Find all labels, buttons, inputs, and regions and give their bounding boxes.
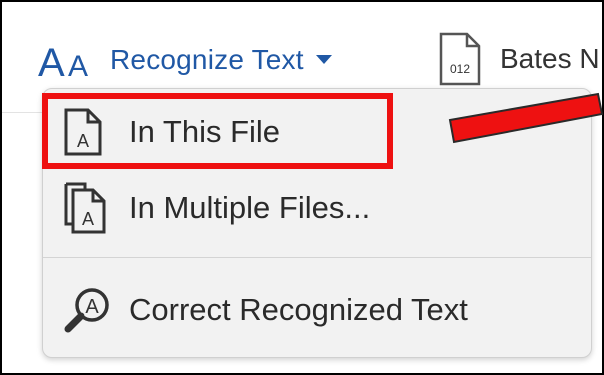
text-size-aa-icon: A A bbox=[38, 40, 100, 80]
recognize-text-label: Recognize Text bbox=[110, 44, 304, 75]
menu-item-correct-recognized-text[interactable]: A Correct Recognized Text bbox=[43, 279, 591, 341]
menu-item-label: In Multiple Files... bbox=[129, 190, 371, 225]
magnifier-a-icon: A bbox=[64, 288, 109, 333]
menu-item-in-multiple-files[interactable]: A In Multiple Files... bbox=[43, 177, 591, 239]
svg-text:A: A bbox=[38, 41, 65, 80]
red-highlight-box bbox=[42, 93, 393, 169]
menu-item-label: Correct Recognized Text bbox=[129, 292, 468, 327]
bates-document-icon: 012 bbox=[439, 32, 481, 86]
bates-numbering-button[interactable]: 012 Bates N bbox=[438, 32, 600, 86]
svg-text:A: A bbox=[85, 296, 99, 318]
svg-text:A: A bbox=[82, 209, 94, 229]
chevron-down-icon bbox=[315, 55, 332, 64]
red-annotation-arrow bbox=[448, 92, 604, 144]
menu-separator bbox=[43, 257, 591, 258]
multiple-documents-a-icon: A bbox=[64, 182, 106, 234]
svg-text:A: A bbox=[68, 50, 88, 80]
bates-icon-number: 012 bbox=[450, 62, 470, 76]
bates-label: Bates N bbox=[500, 43, 600, 74]
recognize-text-button[interactable]: A A Recognize Text bbox=[38, 40, 332, 80]
